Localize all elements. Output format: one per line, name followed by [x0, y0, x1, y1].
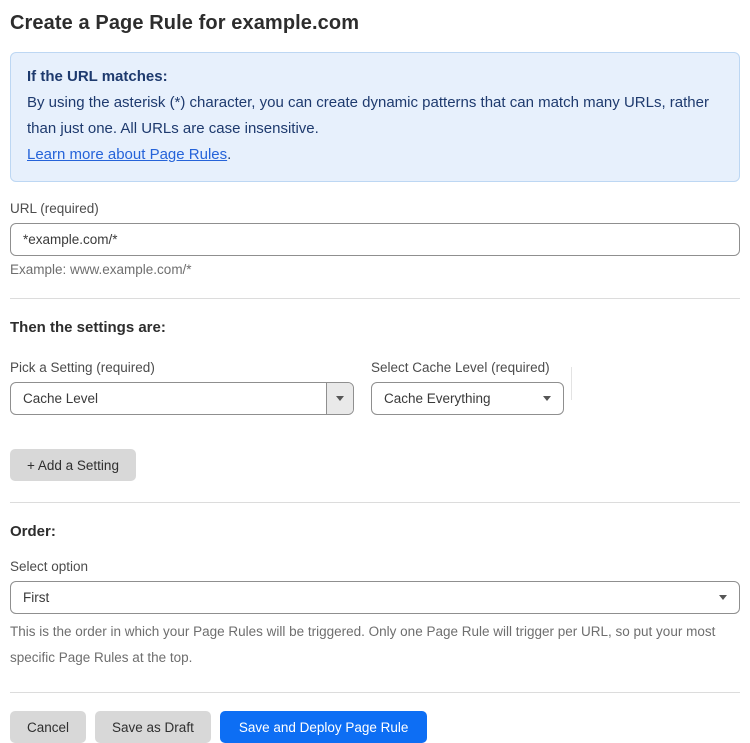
order-select-label: Select option	[10, 559, 89, 574]
page-title: Create a Page Rule for example.com	[10, 12, 360, 34]
url-match-info-box: If the URL matches: By using the asteris…	[10, 52, 740, 182]
order-select[interactable]: First	[10, 581, 740, 614]
triangle-glyph	[719, 595, 727, 600]
chevron-down-icon	[719, 595, 739, 600]
settings-heading: Then the settings are:	[10, 319, 166, 336]
settings-row: Pick a Setting (required) Cache Level Se…	[10, 360, 740, 415]
chevron-down-icon	[543, 396, 563, 401]
setting-column-separator	[571, 367, 572, 400]
cache-level-label: Select Cache Level (required)	[371, 360, 550, 375]
order-heading: Order:	[10, 523, 56, 540]
save-and-deploy-button[interactable]: Save and Deploy Page Rule	[219, 711, 428, 743]
cancel-button[interactable]: Cancel	[10, 711, 87, 743]
pick-setting-column: Pick a Setting (required) Cache Level	[10, 360, 354, 415]
info-box-heading: If the URL matches:	[27, 68, 168, 85]
pick-setting-value: Cache Level	[23, 391, 99, 406]
triangle-glyph	[336, 396, 344, 401]
link-suffix: .	[227, 146, 232, 163]
chevron-down-icon[interactable]	[326, 383, 353, 414]
divider	[10, 298, 740, 299]
cache-level-value: Cache Everything	[384, 391, 491, 406]
divider	[10, 692, 740, 693]
url-field-label: URL (required)	[10, 201, 99, 216]
info-box-link-line: Learn more about Page Rules.	[27, 142, 723, 168]
add-setting-button[interactable]: + Add a Setting	[10, 449, 136, 481]
triangle-glyph	[543, 396, 551, 401]
save-as-draft-button[interactable]: Save as Draft	[95, 711, 211, 743]
order-select-value: First	[23, 590, 50, 605]
pick-setting-dropdown[interactable]: Cache Level	[10, 382, 354, 415]
form-actions: Cancel Save as Draft Save and Deploy Pag…	[10, 711, 740, 743]
pick-setting-label: Pick a Setting (required)	[10, 360, 155, 375]
info-box-body: By using the asterisk (*) character, you…	[27, 94, 709, 137]
cache-level-column: Select Cache Level (required) Cache Ever…	[371, 360, 564, 415]
url-example-hint: Example: www.example.com/*	[10, 262, 192, 277]
divider	[10, 502, 740, 503]
url-input[interactable]	[10, 223, 740, 256]
learn-more-link[interactable]: Learn more about Page Rules	[27, 146, 227, 163]
order-hint-text: This is the order in which your Page Rul…	[10, 624, 716, 665]
cache-level-dropdown[interactable]: Cache Everything	[371, 382, 564, 415]
page-rule-form: Create a Page Rule for example.com If th…	[0, 12, 750, 743]
